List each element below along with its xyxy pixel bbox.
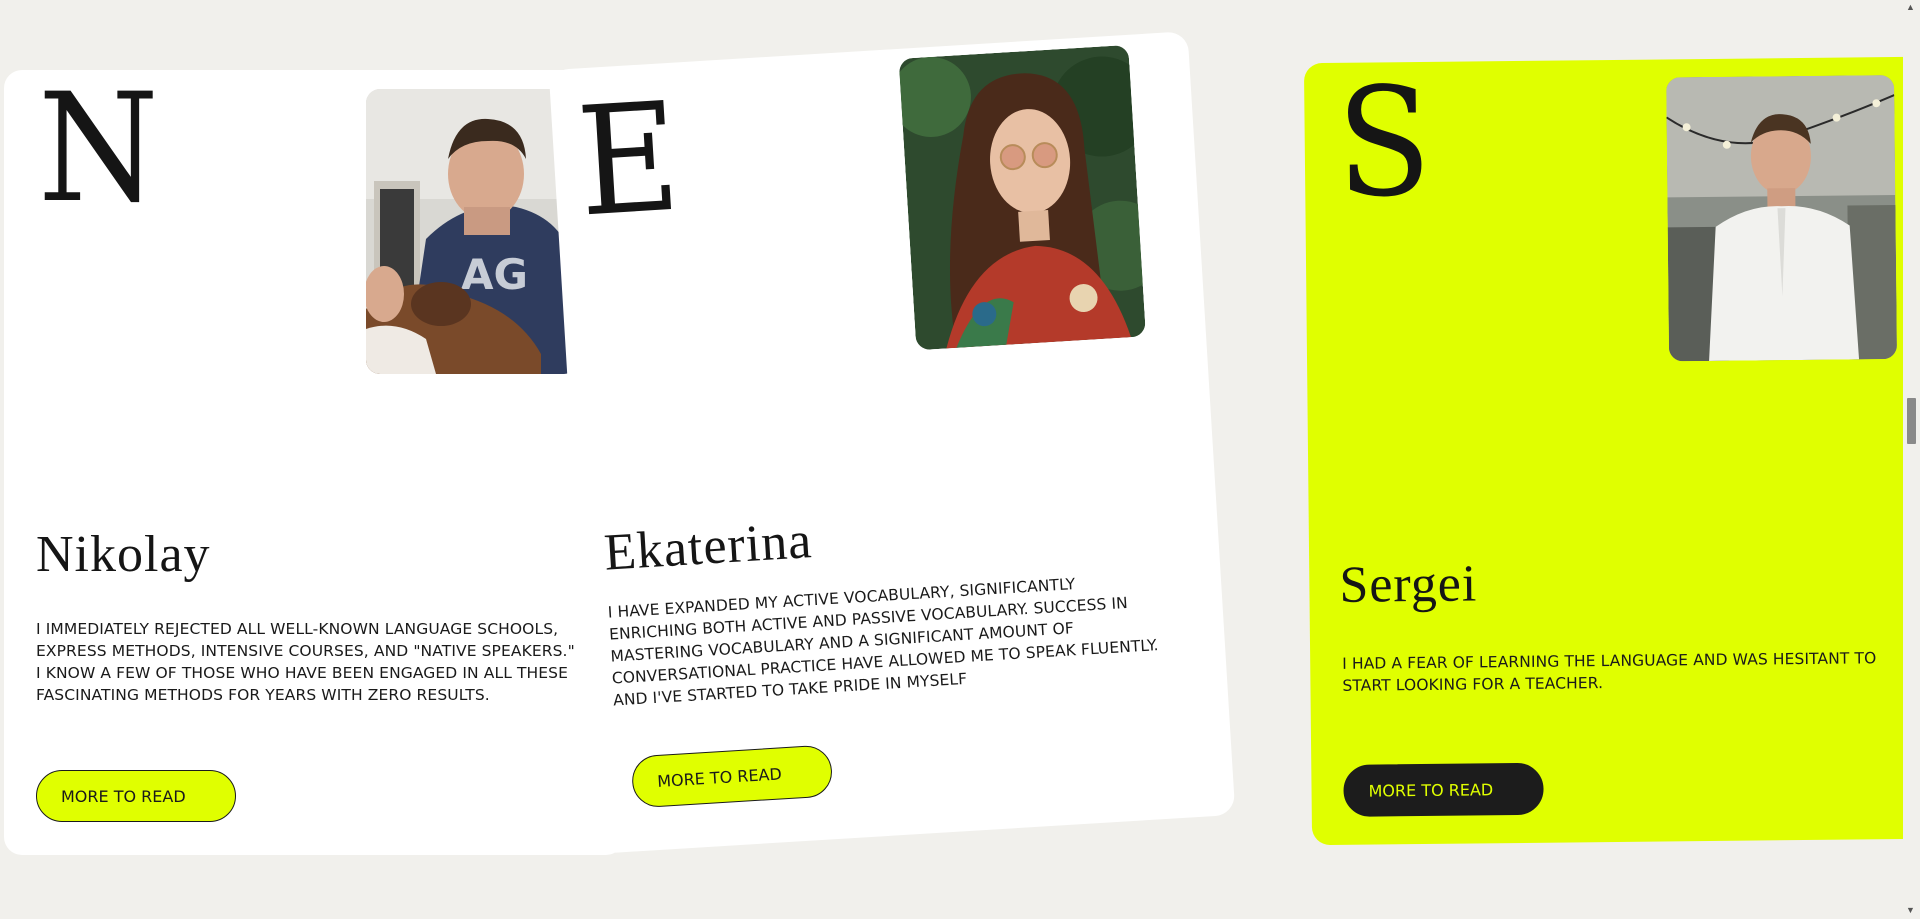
page-scrollbar[interactable]: ▲ ▼: [1903, 0, 1920, 919]
more-to-read-button[interactable]: MORE TO READ: [630, 744, 834, 809]
more-to-read-label: MORE TO READ: [61, 786, 186, 806]
man-in-white-shirt-photo: [1666, 75, 1898, 362]
card-initial: N: [38, 70, 159, 236]
testimonials-section: N AG Nikolay I immediately rejected all …: [0, 0, 1920, 919]
testimonial-quote: I had a fear of learning the language an…: [1342, 649, 1877, 695]
card-initial: S: [1335, 56, 1429, 231]
testimonial-name: Ekaterina: [602, 512, 814, 582]
scrollbar-thumb[interactable]: [1907, 398, 1916, 444]
more-to-read-label: MORE TO READ: [1368, 779, 1494, 801]
testimonial-name: Sergei: [1339, 555, 1478, 614]
svg-text:AG: AG: [461, 250, 528, 299]
scroll-up-arrow-icon[interactable]: ▲: [1906, 2, 1915, 12]
testimonial-card-nikolay: N AG Nikolay I immediately rejected all …: [4, 70, 624, 855]
testimonial-quote: I immediately rejected all well-known la…: [36, 620, 575, 704]
more-to-read-button[interactable]: MORE TO READ: [36, 770, 236, 822]
more-to-read-label: MORE TO READ: [656, 763, 783, 791]
card-initial: E: [573, 70, 681, 251]
scroll-down-arrow-icon[interactable]: ▼: [1906, 905, 1915, 915]
testimonial-name: Nikolay: [36, 526, 211, 583]
testimonial-quote: I have expanded my active vocabulary, si…: [607, 575, 1160, 710]
testimonial-card-sergei: S Sergei I had a fear of learning the la…: [1303, 56, 1920, 846]
more-to-read-button[interactable]: MORE TO READ: [1343, 762, 1544, 817]
man-with-dog-photo: AG: [366, 89, 578, 374]
woman-with-sunglasses-photo: [898, 44, 1146, 351]
testimonial-card-ekaterina: E Ekaterina I have expanded my active vo…: [548, 31, 1236, 854]
